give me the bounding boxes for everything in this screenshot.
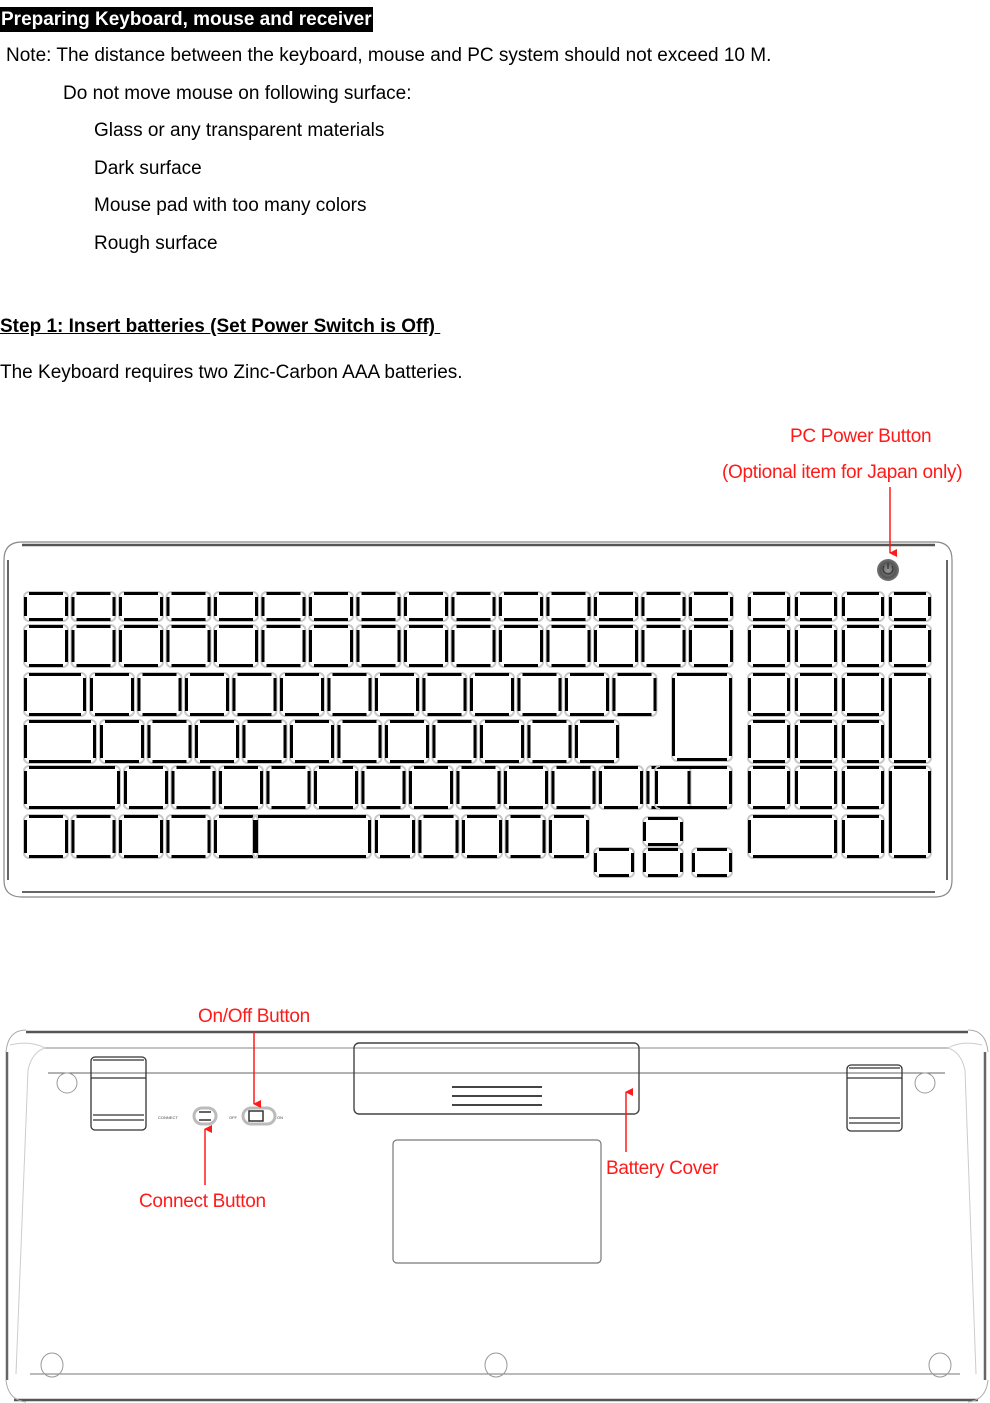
keyboard-bottom-view-diagram: CONNECT OFF ON bbox=[5, 1029, 989, 1403]
off-label: OFF bbox=[229, 1115, 238, 1120]
connect-label: CONNECT bbox=[158, 1115, 178, 1120]
foot-hole bbox=[40, 1352, 64, 1378]
foot-hole bbox=[484, 1352, 508, 1378]
label-plate bbox=[392, 1139, 602, 1264]
connect-button bbox=[192, 1106, 218, 1126]
tilt-leg-left bbox=[90, 1056, 147, 1131]
foot-hole bbox=[914, 1072, 936, 1094]
on-label: ON bbox=[277, 1115, 283, 1120]
tilt-leg-right bbox=[846, 1064, 903, 1132]
battery-cover bbox=[353, 1042, 640, 1115]
keyboard-underside-frame bbox=[5, 1029, 989, 1403]
foot-hole bbox=[928, 1352, 952, 1378]
on-off-switch bbox=[241, 1106, 277, 1126]
foot-hole bbox=[56, 1072, 78, 1094]
